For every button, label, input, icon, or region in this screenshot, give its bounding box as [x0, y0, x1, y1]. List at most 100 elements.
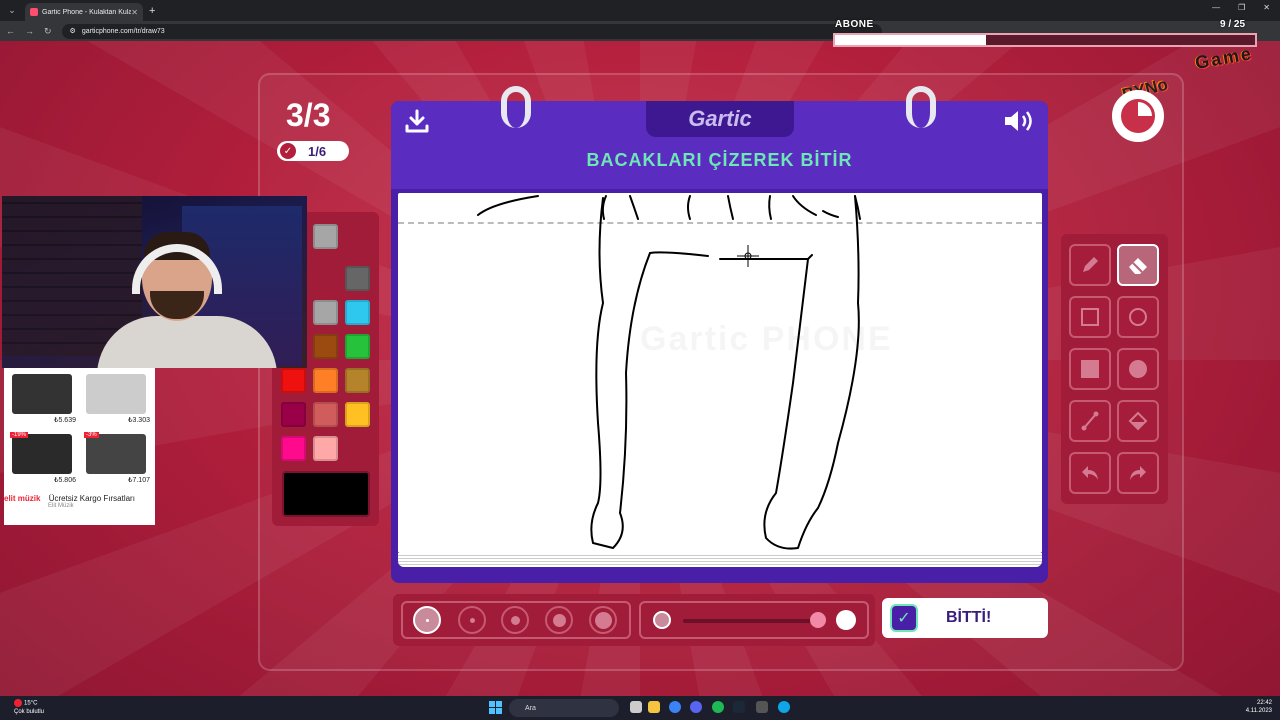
line-tool[interactable] — [1069, 400, 1111, 442]
done-check-icon: ✓ — [890, 604, 918, 632]
chrome-icon[interactable] — [669, 701, 681, 713]
ad-source: Elit Müzik — [48, 503, 74, 509]
download-icon[interactable] — [404, 108, 430, 134]
round-counter: 3/3 — [286, 97, 331, 133]
ad-item[interactable]: ₺5.639 — [6, 370, 80, 426]
color-swatch[interactable] — [345, 368, 370, 393]
color-swatch[interactable] — [313, 224, 338, 249]
circle-outline-icon — [1129, 308, 1147, 326]
drawing-strokes — [477, 195, 861, 550]
undo-tool[interactable] — [1069, 452, 1111, 494]
weather-icon — [14, 699, 22, 707]
check-icon: ✓ — [280, 143, 296, 159]
brush-size-4[interactable] — [545, 606, 573, 634]
ad-price: ₺5.806 — [54, 477, 76, 484]
ellipse-outline-tool[interactable] — [1117, 296, 1159, 338]
edge-icon[interactable] — [778, 701, 790, 713]
eraser-icon — [1129, 258, 1147, 274]
line-icon — [1081, 411, 1099, 431]
color-swatch[interactable] — [281, 402, 306, 427]
sub-goal-bar — [833, 33, 1257, 47]
windows-start-icon[interactable] — [489, 701, 502, 714]
book-pages — [398, 553, 1042, 567]
redo-tool[interactable] — [1117, 452, 1159, 494]
color-swatch[interactable] — [313, 402, 338, 427]
taskbar-search[interactable]: Ara — [509, 699, 619, 717]
redo-icon — [1130, 466, 1146, 480]
circle-fill-icon — [1129, 360, 1147, 378]
task-view-icon[interactable] — [630, 701, 642, 713]
paint-bucket-icon — [1128, 411, 1148, 431]
back-icon[interactable]: ← — [6, 26, 15, 36]
channel-logo-game: Game — [1193, 43, 1255, 73]
forward-icon[interactable]: → — [25, 26, 34, 36]
rectangle-outline-tool[interactable] — [1069, 296, 1111, 338]
brush-size-2[interactable] — [458, 606, 486, 634]
ellipse-fill-tool[interactable] — [1117, 348, 1159, 390]
undo-icon — [1082, 466, 1098, 480]
sub-goal-fill — [835, 35, 987, 45]
opacity-slider-handle[interactable] — [810, 612, 826, 628]
taskbar-clock[interactable]: 22:42 4.11.2023 — [1246, 699, 1272, 715]
ad-footer[interactable]: elit müzik Ücretsiz Kargo Fırsatları Eli… — [4, 494, 155, 509]
color-swatch[interactable] — [313, 436, 338, 461]
color-swatch[interactable] — [281, 368, 306, 393]
browser-tab[interactable]: Gartic Phone - Kulaktan Kulağa ✕ — [25, 3, 143, 21]
discord-icon[interactable] — [690, 701, 702, 713]
timer-icon — [1112, 90, 1164, 142]
eraser-tool[interactable] — [1117, 244, 1159, 286]
color-swatch[interactable] — [345, 402, 370, 427]
brush-size-1[interactable] — [413, 606, 441, 634]
maximize-icon[interactable]: ❐ — [1238, 3, 1245, 12]
steam-icon[interactable] — [733, 701, 745, 713]
minimize-icon[interactable]: — — [1212, 3, 1220, 12]
ad-item[interactable]: ₺3.303 — [80, 370, 154, 426]
address-bar[interactable]: ⚙ garticphone.com/tr/draw73 — [61, 23, 882, 39]
opacity-slider[interactable] — [683, 619, 819, 623]
color-swatch[interactable] — [313, 368, 338, 393]
weather-temp: 15°C — [24, 700, 38, 707]
ad-brand: elit müzik — [4, 494, 41, 503]
close-tab-icon[interactable]: ✕ — [131, 8, 138, 17]
product-image — [86, 374, 146, 414]
drawing-prompt: BACAKLARI ÇİZEREK BİTİR — [586, 150, 853, 170]
sub-goal-label: ABONE — [835, 19, 874, 30]
url-text: garticphone.com/tr/draw73 — [81, 27, 165, 35]
ad-item[interactable]: -19% ₺5.806 — [6, 430, 80, 486]
pencil-tool[interactable] — [1069, 244, 1111, 286]
tab-title: Gartic Phone - Kulaktan Kulağa — [42, 8, 132, 16]
color-swatch[interactable] — [313, 334, 338, 359]
obs-icon[interactable] — [756, 701, 768, 713]
done-button[interactable]: ✓ BİTTİ! — [882, 598, 1048, 638]
weather-desc: Çok bulutlu — [14, 708, 45, 715]
product-image — [12, 434, 72, 474]
color-swatch[interactable] — [281, 436, 306, 461]
weather-widget[interactable]: 15°C Çok bulutlu — [14, 699, 44, 716]
brush-size-3[interactable] — [501, 606, 529, 634]
reload-icon[interactable]: ↻ — [44, 26, 52, 37]
spotify-icon[interactable] — [712, 701, 724, 713]
speaker-icon[interactable] — [1002, 108, 1038, 134]
ad-price: ₺7.107 — [128, 477, 150, 484]
color-swatch[interactable] — [345, 300, 370, 325]
color-swatch[interactable] — [313, 300, 338, 325]
close-window-icon[interactable]: ✕ — [1263, 3, 1270, 12]
rectangle-fill-tool[interactable] — [1069, 348, 1111, 390]
new-tab-icon[interactable]: + — [149, 5, 155, 17]
brush-size-5[interactable] — [589, 606, 617, 634]
opacity-low-icon — [653, 611, 671, 629]
fill-bucket-tool[interactable] — [1117, 400, 1159, 442]
browser-tab-bar: ⌄ Gartic Phone - Kulaktan Kulağa ✕ + — ❐… — [0, 0, 1280, 21]
done-count-text: 1/6 — [308, 143, 327, 159]
tab-search-icon[interactable]: ⌄ — [3, 3, 21, 19]
sub-goal-count: 9 / 25 — [1220, 19, 1246, 30]
color-swatch[interactable] — [345, 334, 370, 359]
ad-price: ₺3.303 — [128, 417, 150, 424]
site-info-icon[interactable]: ⚙ — [70, 27, 76, 35]
gartic-brand: Gartic — [646, 101, 794, 137]
binder-ring — [906, 86, 936, 128]
file-explorer-icon[interactable] — [648, 701, 660, 713]
color-swatch[interactable] — [345, 266, 370, 291]
ad-item[interactable]: -3% ₺7.107 — [80, 430, 154, 486]
discount-badge: -3% — [84, 432, 99, 438]
